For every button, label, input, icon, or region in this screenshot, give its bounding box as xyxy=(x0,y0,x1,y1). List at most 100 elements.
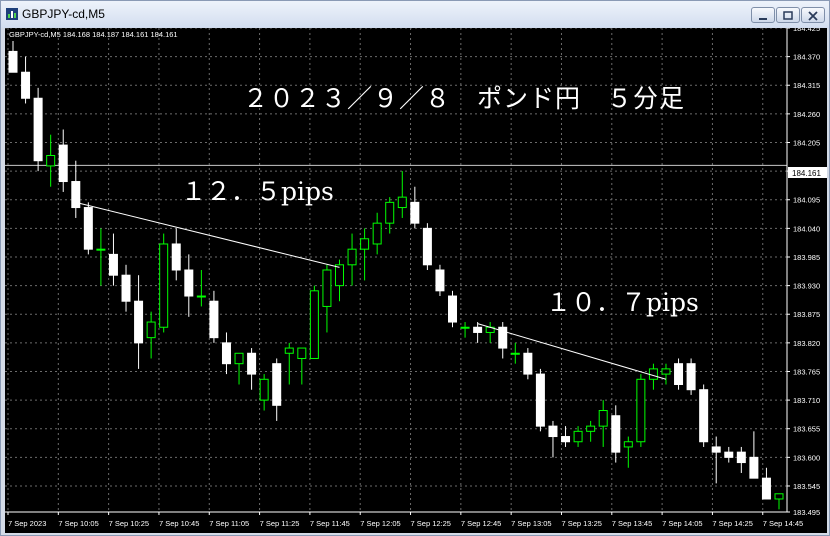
time-tick-label: 7 Sep 14:05 xyxy=(662,519,702,528)
candle xyxy=(573,426,583,447)
candle-body xyxy=(234,352,244,365)
candle-body xyxy=(33,97,43,162)
candle-body xyxy=(435,269,445,292)
candle xyxy=(674,358,684,390)
move2-annotation: １０．７pips xyxy=(546,288,699,317)
time-tick-label: 7 Sep 11:05 xyxy=(209,519,249,528)
candle xyxy=(611,405,621,463)
candle-body xyxy=(598,410,608,427)
candle-body xyxy=(297,347,307,359)
candle xyxy=(736,446,746,473)
candle-body xyxy=(510,352,520,355)
close-button[interactable] xyxy=(801,7,825,23)
price-tick-label: 183.985 xyxy=(793,253,820,262)
candle-body xyxy=(21,71,31,99)
chart-app-icon xyxy=(6,8,18,20)
candle xyxy=(108,233,118,286)
candle xyxy=(686,358,696,395)
candle xyxy=(460,322,470,338)
time-tick-label: 7 Sep 13:45 xyxy=(612,519,652,528)
candle xyxy=(347,233,357,286)
price-tick-label: 183.495 xyxy=(793,508,820,517)
minimize-icon xyxy=(759,18,767,20)
candle-body xyxy=(761,477,771,500)
candle xyxy=(209,290,219,343)
candle xyxy=(284,342,294,385)
candle xyxy=(96,228,106,286)
candle xyxy=(33,87,43,172)
candle-body xyxy=(573,430,583,443)
move1-annotation: １２．５pips xyxy=(181,177,334,206)
candle-body xyxy=(674,363,684,385)
price-tick-label: 183.600 xyxy=(793,453,820,462)
chart-canvas[interactable]: 184.425 184.370 184.315 184.260 184.205 184.1… xyxy=(5,28,827,533)
price-tick-label: 183.930 xyxy=(793,282,820,291)
minimize-button[interactable] xyxy=(751,7,775,23)
time-tick-label: 7 Sep 13:25 xyxy=(561,519,601,528)
candle xyxy=(360,228,370,281)
candle xyxy=(397,171,407,218)
candle-body xyxy=(561,436,571,443)
candle xyxy=(21,56,31,104)
time-axis: 7 Sep 2023 7 Sep 10:05 7 Sep 10:25 7 Sep 10… xyxy=(5,511,803,528)
price-chart[interactable]: 184.425 184.370 184.315 184.260 184.205 184.1… xyxy=(5,28,827,533)
time-tick-label: 7 Sep 12:05 xyxy=(360,519,400,528)
price-tick-label: 183.710 xyxy=(793,396,820,405)
candle xyxy=(749,431,759,479)
candle-body xyxy=(284,347,294,354)
candle-body xyxy=(699,389,709,443)
title-bar[interactable]: GBPJPY-cd,M5 xyxy=(1,1,829,28)
candle-body xyxy=(146,321,156,339)
candle xyxy=(297,347,307,385)
candle-body xyxy=(385,201,395,224)
candle xyxy=(309,285,319,359)
candle xyxy=(498,322,508,359)
candle xyxy=(221,332,231,375)
candle xyxy=(58,129,68,192)
candle xyxy=(435,264,445,297)
candle xyxy=(134,275,144,369)
time-tick-label: 7 Sep 10:05 xyxy=(58,519,98,528)
candle-body xyxy=(96,248,106,251)
candle xyxy=(661,363,671,385)
price-tick-label: 184.040 xyxy=(793,224,820,233)
candle xyxy=(448,290,458,328)
candle xyxy=(8,41,18,73)
candle-body xyxy=(473,326,483,333)
window-title: GBPJPY-cd,M5 xyxy=(22,7,105,21)
candle-body xyxy=(611,415,621,453)
candle xyxy=(83,202,93,255)
price-tick-label: 184.425 xyxy=(793,28,820,33)
time-tick-label: 7 Sep 12:25 xyxy=(411,519,451,528)
candle xyxy=(71,160,81,218)
candle-body xyxy=(108,253,118,276)
time-tick-label: 7 Sep 13:05 xyxy=(511,519,551,528)
candle-body xyxy=(736,451,746,464)
candle-body xyxy=(749,456,759,479)
price-tick-label: 184.370 xyxy=(793,53,820,62)
candle xyxy=(259,374,269,411)
candle-body xyxy=(247,352,257,375)
time-tick-label: 7 Sep 14:45 xyxy=(763,519,803,528)
time-tick-label: 7 Sep 11:45 xyxy=(310,519,350,528)
candle xyxy=(598,400,608,447)
price-tick-label: 183.765 xyxy=(793,367,820,376)
candle-body xyxy=(360,238,370,250)
candle-body xyxy=(548,425,558,438)
candle-body xyxy=(196,295,206,298)
candle xyxy=(485,322,495,343)
price-tick-label: 184.315 xyxy=(793,81,820,90)
trendline xyxy=(477,323,667,380)
candle xyxy=(561,426,571,447)
maximize-button[interactable] xyxy=(776,7,800,23)
candle xyxy=(636,374,646,447)
candle xyxy=(422,223,432,270)
candle-body xyxy=(221,342,231,365)
candle-body xyxy=(322,269,332,307)
candle xyxy=(196,270,206,307)
candle-body xyxy=(724,451,734,458)
candle-body xyxy=(686,363,696,391)
candle-body xyxy=(159,243,169,328)
candle xyxy=(322,264,332,333)
price-tick-label: 184.260 xyxy=(793,110,820,119)
